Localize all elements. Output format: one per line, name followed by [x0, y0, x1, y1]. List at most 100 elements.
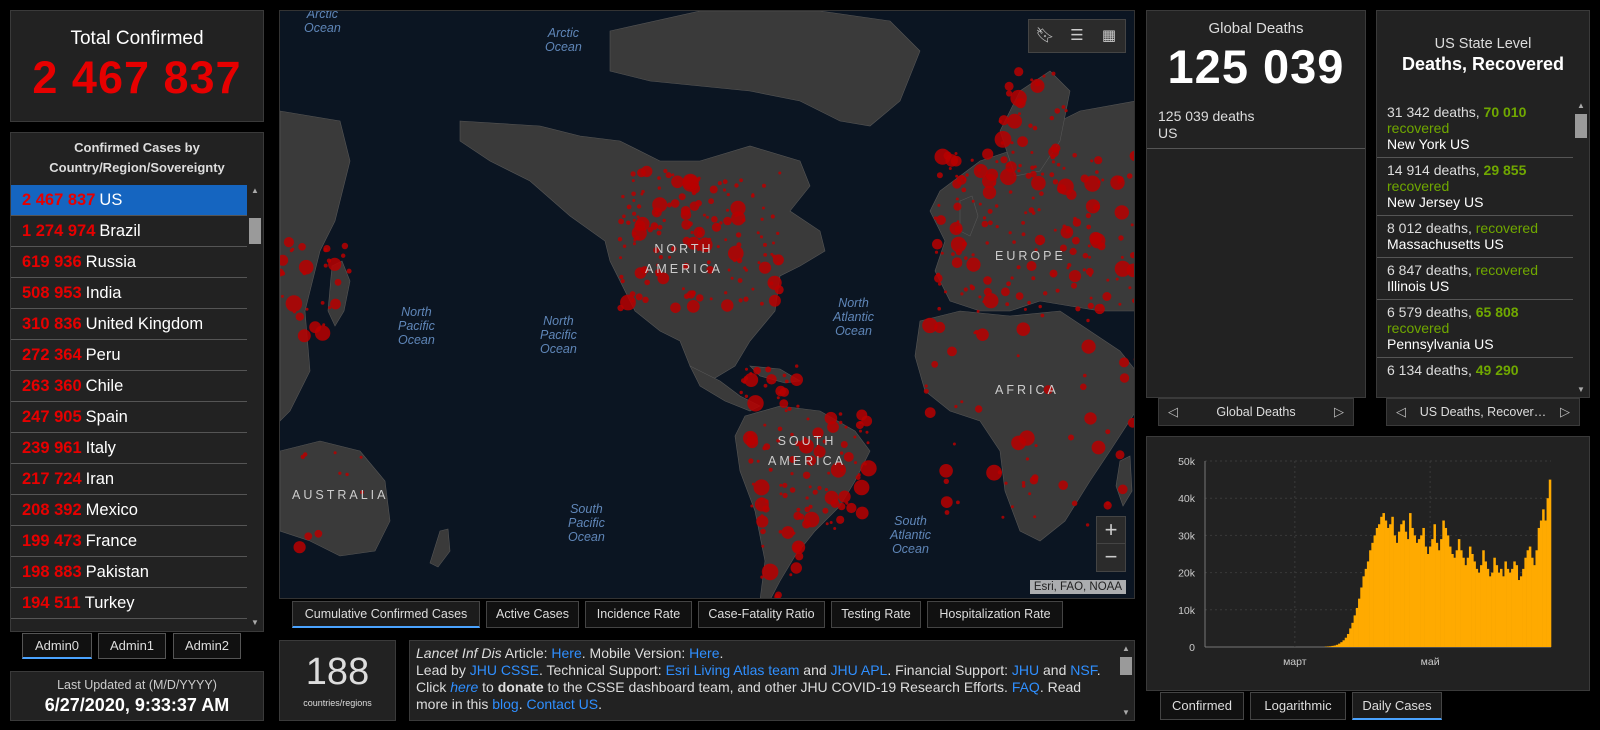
tab-logarithmic[interactable]: Logarithmic	[1250, 692, 1346, 720]
case-bubble[interactable]	[735, 232, 742, 238]
case-bubble[interactable]	[696, 294, 704, 302]
case-bubble[interactable]	[743, 380, 747, 384]
case-bubble[interactable]	[642, 296, 649, 303]
case-bubble[interactable]	[1072, 236, 1080, 245]
case-bubble[interactable]	[314, 529, 323, 538]
case-bubble[interactable]	[719, 221, 723, 225]
case-bubble[interactable]	[656, 230, 662, 236]
case-bubble[interactable]	[854, 461, 857, 465]
case-bubble[interactable]	[836, 515, 845, 524]
case-bubble[interactable]	[1000, 156, 1008, 164]
case-bubble[interactable]	[853, 435, 857, 439]
case-bubble[interactable]	[1032, 125, 1038, 131]
case-bubble[interactable]	[975, 405, 983, 413]
tab-admin2[interactable]: Admin2	[173, 633, 241, 659]
case-bubble[interactable]	[1115, 450, 1125, 460]
case-bubble[interactable]	[802, 471, 811, 479]
case-bubble[interactable]	[681, 287, 685, 291]
esri-link[interactable]: Esri Living Atlas team	[666, 662, 800, 678]
case-bubble[interactable]	[960, 292, 964, 296]
case-bubble[interactable]	[766, 374, 777, 385]
case-bubble[interactable]	[1057, 178, 1074, 195]
case-bubble[interactable]	[982, 185, 997, 200]
case-bubble[interactable]	[670, 199, 680, 208]
case-bubble[interactable]	[1000, 141, 1005, 145]
case-bubble[interactable]	[1119, 357, 1130, 368]
case-bubble[interactable]	[805, 496, 809, 500]
case-bubble[interactable]	[789, 573, 793, 577]
case-bubble[interactable]	[934, 274, 943, 283]
case-bubble[interactable]	[789, 487, 796, 493]
case-bubble[interactable]	[940, 251, 944, 255]
case-bubble[interactable]	[865, 430, 869, 434]
case-bubble[interactable]	[621, 194, 625, 199]
list-item[interactable]: 198 883 Pakistan	[11, 557, 247, 588]
case-bubble[interactable]	[765, 366, 772, 373]
case-bubble[interactable]	[290, 247, 295, 251]
case-bubble[interactable]	[995, 204, 999, 208]
case-bubble[interactable]	[952, 442, 956, 446]
case-bubble[interactable]	[632, 231, 637, 236]
case-bubble[interactable]	[924, 384, 928, 388]
case-bubble[interactable]	[690, 230, 694, 235]
case-bubble[interactable]	[1085, 199, 1101, 214]
case-bubble[interactable]	[1081, 339, 1096, 354]
case-bubble[interactable]	[988, 220, 993, 226]
case-bubble[interactable]	[1004, 481, 1008, 485]
case-bubble[interactable]	[985, 241, 989, 245]
mobile-version-link[interactable]: Here	[689, 645, 719, 661]
case-bubble[interactable]	[330, 298, 341, 310]
case-bubble[interactable]	[702, 213, 706, 217]
zoom-in-button[interactable]: +	[1097, 517, 1125, 544]
case-bubble[interactable]	[726, 208, 729, 212]
case-bubble[interactable]	[1094, 303, 1105, 315]
case-bubble[interactable]	[1053, 228, 1057, 232]
case-bubble[interactable]	[709, 185, 718, 194]
case-bubble[interactable]	[303, 452, 308, 457]
case-bubble[interactable]	[1083, 373, 1087, 378]
case-bubble[interactable]	[940, 496, 953, 508]
case-bubble[interactable]	[734, 183, 739, 188]
case-bubble[interactable]	[722, 179, 728, 185]
case-bubble[interactable]	[631, 179, 635, 183]
case-bubble[interactable]	[976, 309, 980, 313]
case-bubble[interactable]	[1015, 292, 1024, 300]
case-bubble[interactable]	[635, 216, 650, 231]
list-item[interactable]: 6 579 deaths, 65 808 recovered Pennsylvani…	[1377, 300, 1573, 358]
case-bubble[interactable]	[680, 209, 692, 220]
case-bubble[interactable]	[1016, 322, 1031, 337]
case-bubble[interactable]	[782, 482, 788, 488]
case-bubble[interactable]	[711, 216, 718, 223]
case-bubble[interactable]	[295, 312, 304, 321]
case-bubble[interactable]	[944, 290, 947, 294]
case-bubble[interactable]	[1075, 306, 1081, 312]
case-bubble[interactable]	[1011, 435, 1026, 451]
case-bubble[interactable]	[822, 507, 829, 514]
case-bubble[interactable]	[939, 464, 953, 478]
case-bubble[interactable]	[829, 521, 833, 524]
nsf-link[interactable]: NSF	[1070, 662, 1096, 678]
scroll-up-icon[interactable]: ▲	[1120, 643, 1132, 655]
case-bubble[interactable]	[776, 396, 780, 400]
case-bubble[interactable]	[747, 395, 764, 412]
case-bubble[interactable]	[723, 216, 732, 226]
case-bubble[interactable]	[761, 206, 765, 210]
case-bubble[interactable]	[860, 460, 877, 477]
donate-here-link[interactable]: here	[450, 679, 478, 695]
tab-confirmed[interactable]: Confirmed	[1160, 692, 1244, 720]
case-bubble[interactable]	[770, 252, 774, 256]
case-bubble[interactable]	[760, 217, 764, 221]
jhu-link[interactable]: JHU	[1012, 662, 1039, 678]
case-bubble[interactable]	[1069, 247, 1077, 256]
case-bubble[interactable]	[1060, 225, 1074, 239]
case-bubble[interactable]	[1117, 176, 1124, 183]
case-bubble[interactable]	[1064, 109, 1068, 113]
list-item[interactable]: 194 511 Turkey	[11, 588, 247, 619]
case-bubble[interactable]	[1103, 501, 1112, 510]
case-bubble[interactable]	[1062, 224, 1067, 229]
case-bubble[interactable]	[825, 522, 829, 526]
case-bubble[interactable]	[757, 261, 761, 265]
case-bubble[interactable]	[1024, 211, 1028, 215]
case-bubble[interactable]	[683, 293, 690, 300]
case-bubble[interactable]	[641, 189, 645, 194]
